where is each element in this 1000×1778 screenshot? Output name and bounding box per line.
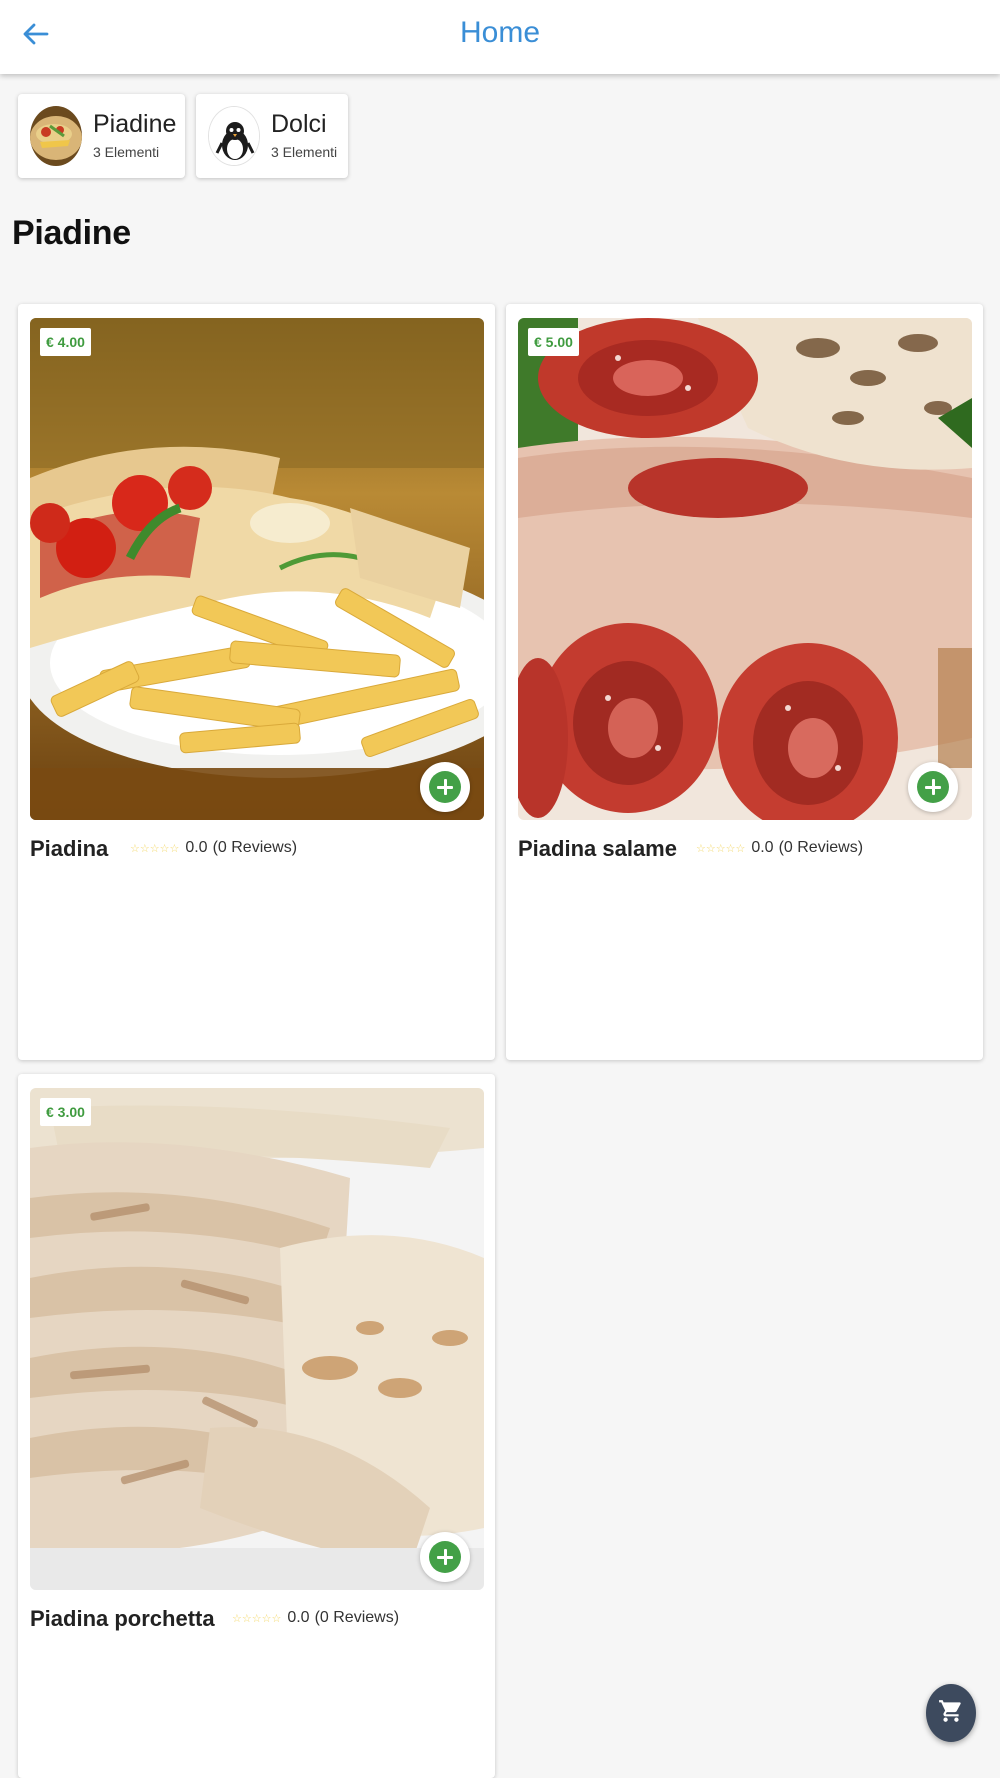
section-title: Piadine [12,214,131,252]
product-name: Piadina [30,836,109,861]
review-count: (0 Reviews) [314,1609,400,1626]
plus-circle-icon [429,771,461,803]
review-count: (0 Reviews) [212,839,298,856]
rating-value: 0.0 [287,1609,310,1626]
category-count: 3 Elementi [271,144,338,160]
price-badge: € 3.00 [40,1098,91,1126]
review-count: (0 Reviews) [778,839,864,856]
piadina-thumbnail [30,106,82,166]
product-rating: ☆☆☆☆☆ 0.0 (0 Reviews) [696,839,863,857]
star-rating-icon: ☆☆☆☆☆ [232,1612,282,1625]
add-to-cart-button[interactable] [420,762,470,812]
add-to-cart-button[interactable] [420,1532,470,1582]
product-name: Piadina salame [518,836,677,861]
app-bar: Home [0,0,1000,74]
piadina-salame-photo: € 5.00 [518,318,972,820]
rating-value: 0.0 [185,839,208,856]
cart-button[interactable] [926,1684,976,1742]
piadina-porchetta-photo: € 3.00 [30,1088,484,1590]
price-badge: € 4.00 [40,328,91,356]
piadina-with-fries-photo: € 4.00 [30,318,484,820]
product-card[interactable]: € 5.00 Piadina salame ☆☆☆☆☆ 0.0 (0 Revie… [506,304,983,1060]
product-card[interactable]: € 3.00 Piadina porchetta ☆☆☆☆☆ 0.0 (0 Re… [18,1074,495,1778]
price-badge: € 5.00 [528,328,579,356]
category-chip-piadine[interactable]: Piadine 3 Elementi [18,94,185,178]
rating-value: 0.0 [751,839,774,856]
category-name: Dolci [271,110,327,138]
category-count: 3 Elementi [93,144,160,160]
product-name: Piadina porchetta [30,1606,215,1631]
penguin-thumbnail [208,106,260,166]
star-rating-icon: ☆☆☆☆☆ [130,842,180,855]
page-title: Home [459,16,541,49]
category-chip-dolci[interactable]: Dolci 3 Elementi [196,94,348,178]
product-rating: ☆☆☆☆☆ 0.0 (0 Reviews) [232,1609,399,1627]
cart-icon [938,1698,964,1729]
product-rating: ☆☆☆☆☆ 0.0 (0 Reviews) [130,839,297,857]
star-rating-icon: ☆☆☆☆☆ [696,842,746,855]
plus-circle-icon [429,1541,461,1573]
product-card[interactable]: € 4.00 Piadina ☆☆☆☆☆ 0.0 (0 Reviews) [18,304,495,1060]
add-to-cart-button[interactable] [908,762,958,812]
category-name: Piadine [93,110,177,138]
plus-circle-icon [917,771,949,803]
app-screen: Home Piadine 3 Elementi Dolci 3 Elementi… [0,0,1000,1778]
